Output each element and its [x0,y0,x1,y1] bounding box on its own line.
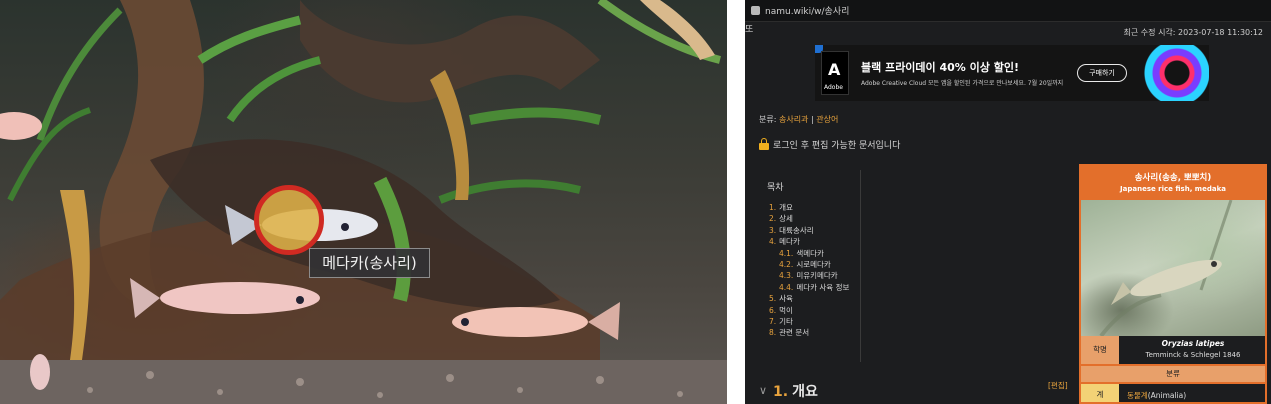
section-heading-overview: 1. 개요 [773,381,818,401]
adobe-logo-text: Adobe [824,84,843,91]
adobe-a-icon: A [828,60,841,79]
medaka-fish-image [1099,200,1233,336]
toc-subitem[interactable]: 4.4. 메다카 사육 정보 [769,282,849,293]
aquarium-photo: 메다카(송사리) [0,0,727,404]
adobe-logo: A Adobe [821,51,849,95]
aquarium-scene [0,0,727,404]
infobox-name-en: Japanese rice fish, medaka [1120,185,1226,193]
category-breadcrumb: 분류: 송사리과 | 관상어 [759,114,838,125]
edit-restriction-note: 로그인 후 편집 가능한 문서입니다 [773,141,901,151]
medaka-photo[interactable] [1081,200,1265,336]
fish-hotspot-marker[interactable] [254,185,324,255]
ad-banner[interactable]: A Adobe 블랙 프라이데이 40% 이상 할인! Adobe Creati… [815,45,1209,101]
kingdom-link[interactable]: 동물계 [1127,391,1148,400]
infobox-scientific-row: 학명 Oryzias latipes Temminck & Schlegel 1… [1081,336,1265,364]
wiki-page: namu.wiki/w/송사리 또 최근 수정 시각: 2023-07-18 1… [745,0,1271,404]
address-bar[interactable]: namu.wiki/w/송사리 [745,0,1271,22]
section-number[interactable]: 1. [773,384,788,400]
kingdom-value: 동물계(Animalia) [1127,390,1186,401]
ad-subtitle: Adobe Creative Cloud 모든 앱을 할인된 가격으로 만나보세… [861,80,1064,87]
screenshot-root: 메다카(송사리) namu.wiki/w/송사리 또 최근 수정 시각: 202… [0,0,1271,404]
toc-item[interactable]: 7. 기타 [769,316,849,327]
category-link-aquarium-fish[interactable]: 관상어 [816,115,838,124]
toc-item[interactable]: 8. 관련 문서 [769,327,849,338]
category-prefix: 분류: [759,115,777,124]
url-text[interactable]: namu.wiki/w/송사리 [765,4,849,17]
toc-subitem[interactable]: 4.2. 시로메다카 [769,259,849,270]
last-modified-time: 최근 수정 시각: 2023-07-18 11:30:12 [1123,28,1263,37]
ad-title: 블랙 프라이데이 40% 이상 할인! [861,61,1019,74]
infobox-kingdom-row: 계 동물계(Animalia) [1081,384,1265,402]
section-title: 개요 [792,384,818,400]
kingdom-latin: (Animalia) [1147,391,1187,400]
infobox-name: 송사리(송송, 뽀뽀치) [1134,173,1212,183]
toc-item[interactable]: 1. 개요 [769,202,849,213]
sci-name-label: 학명 [1081,336,1119,364]
infobox-header: 송사리(송송, 뽀뽀치) Japanese rice fish, medaka [1081,166,1265,200]
site-favicon-icon [751,6,760,15]
toc-item[interactable]: 2. 상세 [769,213,849,224]
category-separator: | [810,115,814,124]
cut-off-text: 또 [745,25,754,35]
category-link-oryzias[interactable]: 송사리과 [779,115,808,124]
kingdom-label: 계 [1081,384,1119,402]
toc-list: 1. 개요 2. 상세 3. 대륙송사리 4. 메다카 4.1. 색메다카 4.2. 시로메… [769,202,849,339]
toc-subitem[interactable]: 4.3. 미유키메다카 [769,270,849,281]
toc-item[interactable]: 5. 사육 [769,293,849,304]
section-edit-link[interactable]: [편집] [1048,380,1068,391]
toc-title: 목차 [767,183,784,193]
creative-cloud-art-icon [1139,45,1209,101]
scientific-author: Temminck & Schlegel 1846 [1145,351,1241,359]
classification-header: 분류 [1081,366,1265,382]
scientific-name: Oryzias latipes [1161,339,1225,348]
toc-item[interactable]: 4. 메다카 [769,236,849,247]
table-of-contents: 목차 1. 개요 2. 상세 3. 대륙송사리 4. 메다카 4.1. 색메다카 4.2.… [759,170,861,362]
toc-item[interactable]: 6. 먹이 [769,305,849,316]
section-collapse-chevron-icon[interactable]: ∨ [759,384,767,397]
species-infobox: 송사리(송송, 뽀뽀치) Japanese rice fish, medaka … [1079,164,1267,404]
fish-label-tooltip: 메다카(송사리) [309,248,430,278]
toc-subitem[interactable]: 4.1. 색메다카 [769,248,849,259]
lock-icon [759,138,769,150]
ad-buy-button[interactable]: 구매하기 [1077,64,1127,82]
toc-item[interactable]: 3. 대륙송사리 [769,225,849,236]
